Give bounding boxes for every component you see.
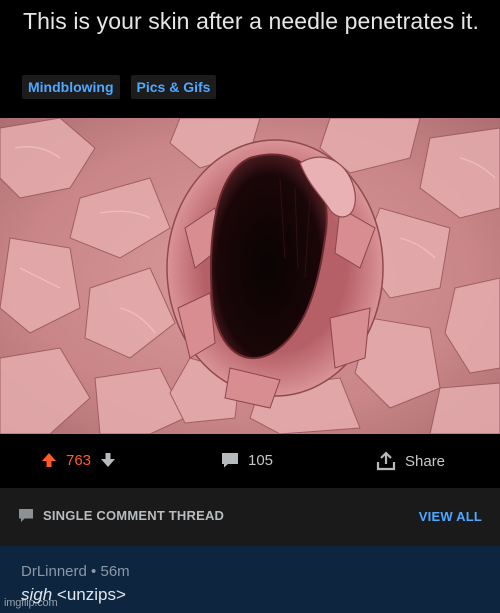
meta-separator: •	[91, 563, 97, 580]
upvote-count: 763	[66, 451, 92, 469]
imgflip-watermark: imgflip.com	[4, 597, 58, 609]
flair-mindblowing[interactable]: Mindblowing	[22, 75, 120, 99]
highlighted-comment: DrLinnerd • 56m sigh <unzips>	[0, 546, 500, 613]
thread-label: SINGLE COMMENT THREAD	[43, 508, 225, 523]
single-comment-thread-bar: SINGLE COMMENT THREAD VIEW ALL	[0, 488, 500, 546]
post-title[interactable]: This is your skin after a needle penetra…	[23, 7, 483, 36]
comment-age: 56m	[100, 563, 130, 580]
view-all-link[interactable]: VIEW ALL	[419, 509, 482, 524]
arrow-down-icon[interactable]	[99, 451, 117, 469]
comments-button[interactable]: 105	[220, 451, 273, 469]
post-action-bar: 763 105 Share	[0, 434, 500, 488]
post-header: This is your skin after a needle penetra…	[0, 0, 500, 118]
comment-body-text: <unzips>	[52, 585, 126, 604]
share-icon	[375, 451, 397, 471]
skin-micrograph-image	[0, 118, 500, 434]
comment-count: 105	[248, 451, 274, 469]
thread-label-group: SINGLE COMMENT THREAD	[18, 508, 224, 523]
arrow-up-icon[interactable]	[40, 451, 58, 469]
speech-bubble-icon	[220, 451, 240, 469]
flair-pics-gifs[interactable]: Pics & Gifs	[130, 75, 217, 99]
share-label: Share	[405, 452, 446, 470]
comment-author[interactable]: DrLinnerd	[21, 563, 87, 580]
comment-meta: DrLinnerd • 56m	[21, 563, 130, 580]
speech-bubble-icon	[18, 508, 34, 523]
flair-list: Mindblowing Pics & Gifs	[22, 75, 217, 99]
vote-controls: 763	[40, 451, 117, 469]
share-button[interactable]: Share	[375, 451, 445, 471]
post-image[interactable]	[0, 118, 500, 434]
